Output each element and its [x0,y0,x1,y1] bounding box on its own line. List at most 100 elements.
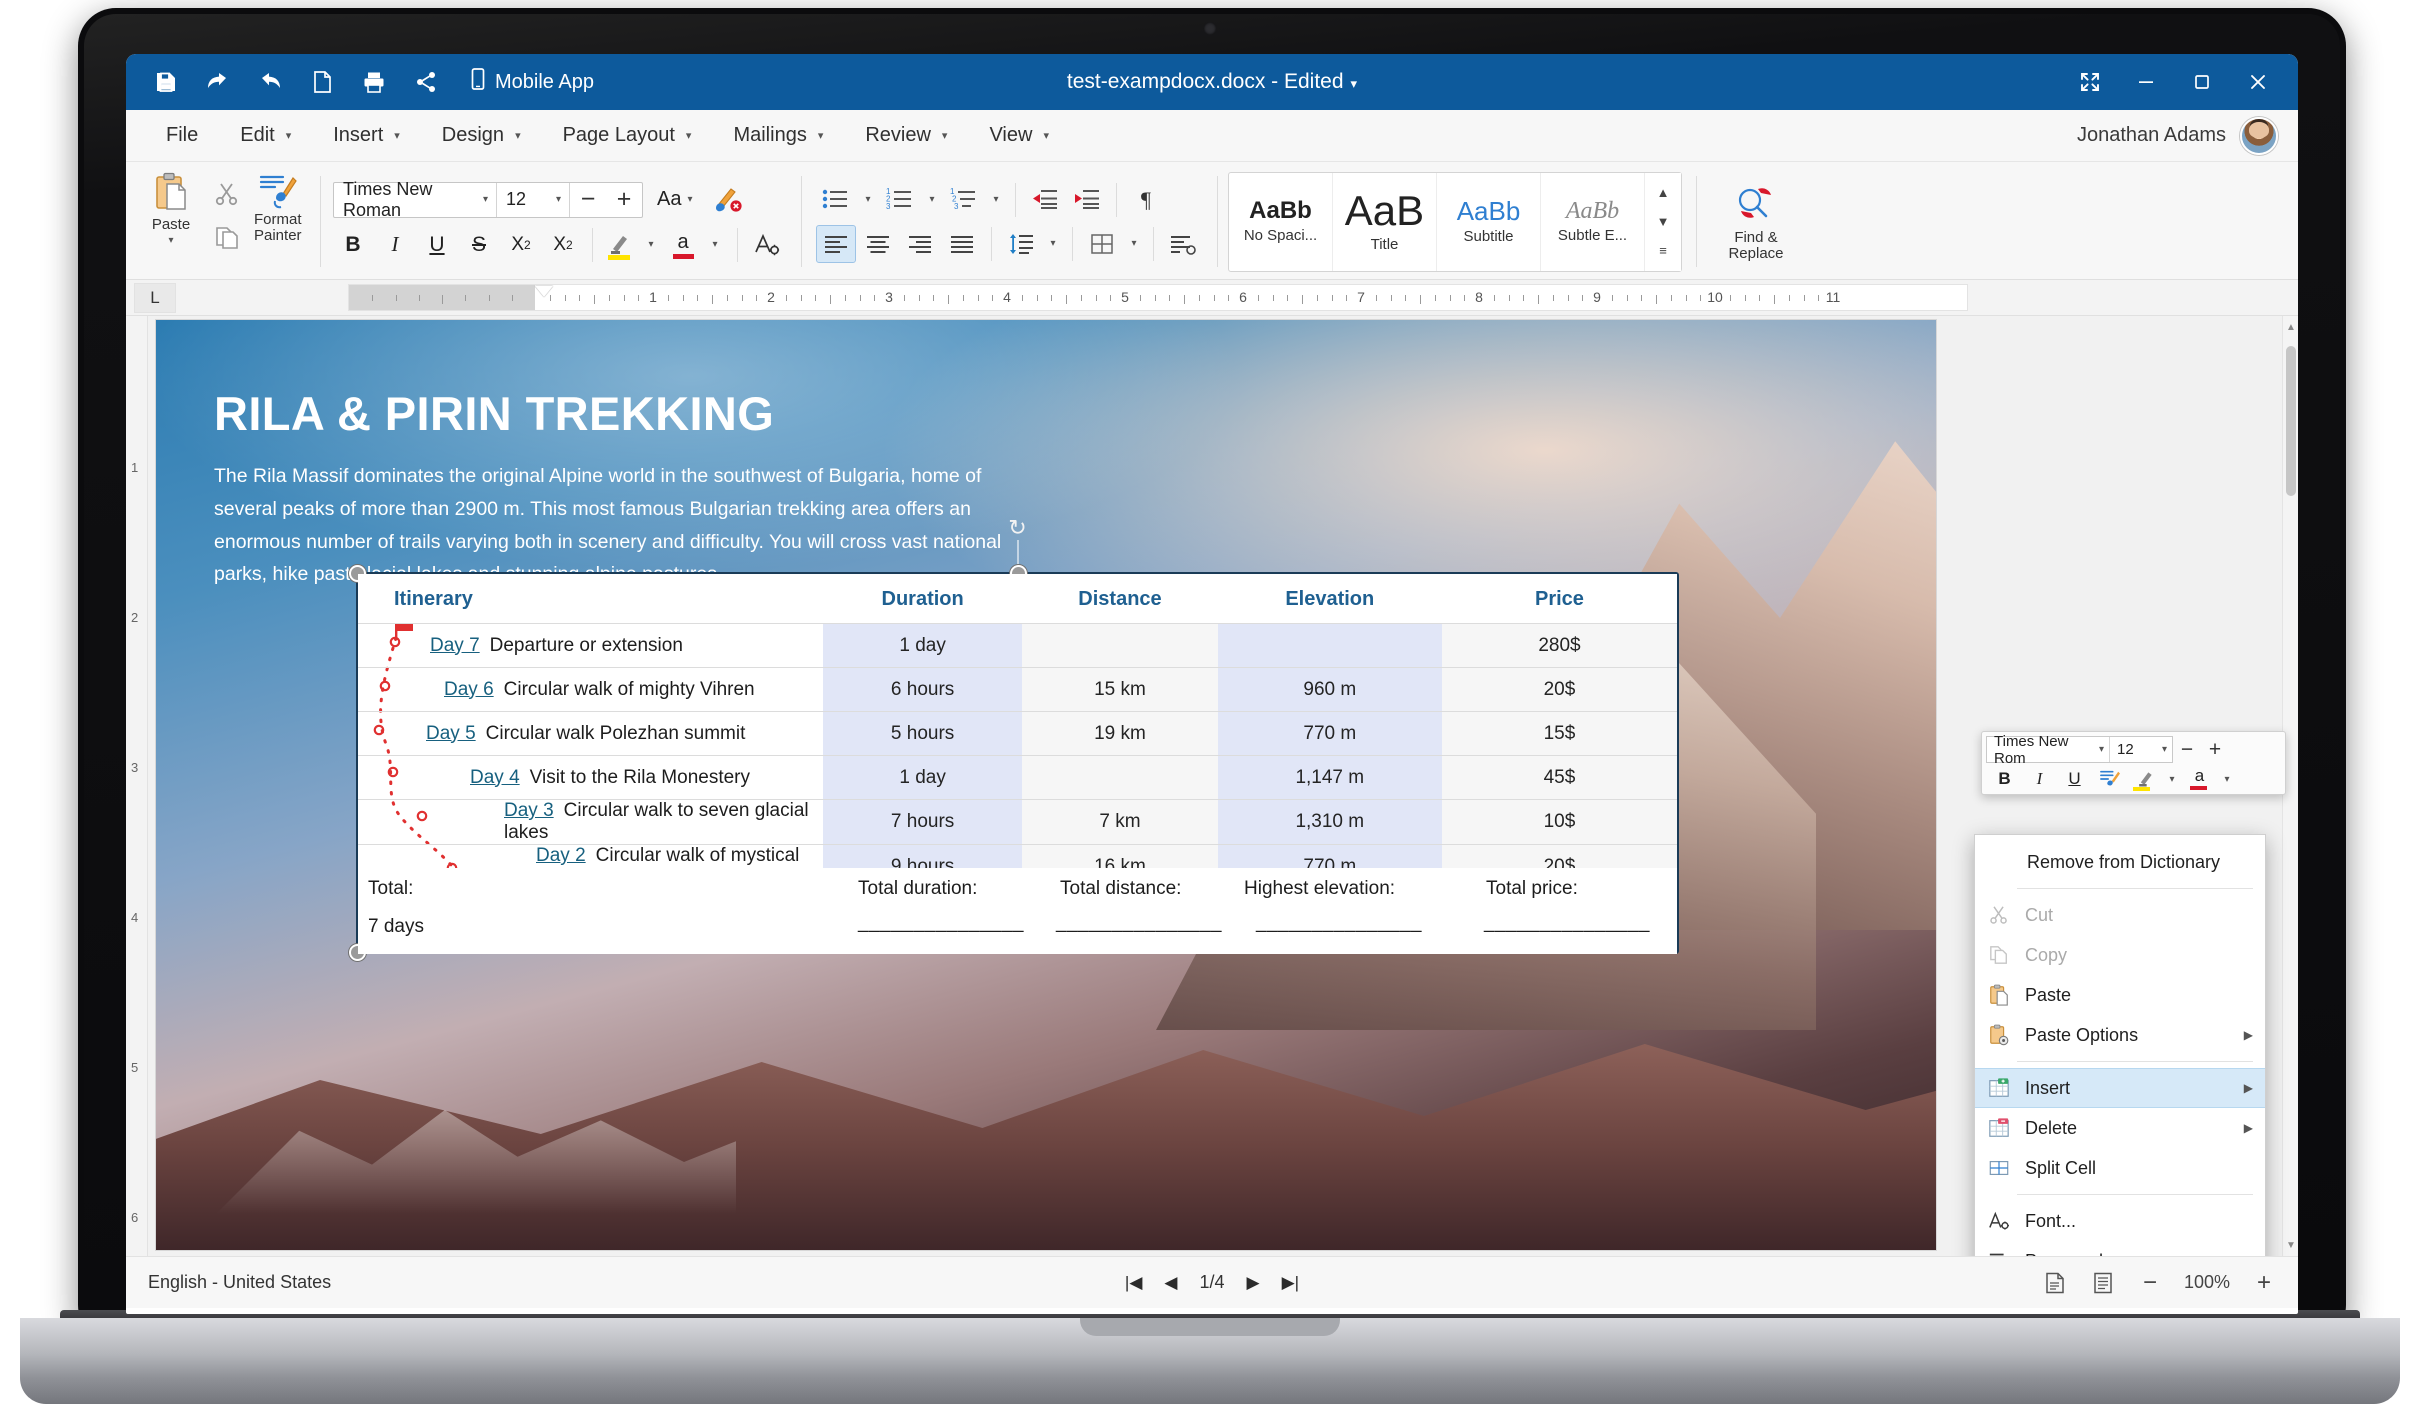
borders-icon[interactable] [1082,225,1122,263]
cell-itinerary[interactable]: Day 4 Visit to the Rila Monestery [358,755,823,800]
save-icon[interactable] [140,58,192,106]
floating-format-toolbar[interactable]: Times New Rom ▾ 12 ▾ − + B I U ▾ a ▾ [1981,731,2286,795]
mini-highlight-dropdown-icon[interactable]: ▾ [2163,765,2181,793]
show-formatting-marks-icon[interactable]: ¶ [1126,181,1166,219]
print-layout-icon[interactable] [2042,1270,2068,1296]
copy-icon[interactable] [206,218,248,258]
share-icon[interactable] [400,58,452,106]
cell-itinerary[interactable]: Day 6 Circular walk of mighty Vihren [358,667,823,712]
paragraph-settings-icon[interactable] [1163,225,1203,263]
context-menu-item-font[interactable]: Font... [1975,1201,2265,1241]
day-link[interactable]: Day 7 [430,635,480,656]
maximize-icon[interactable] [2174,54,2230,110]
context-menu-item-copy[interactable]: Copy [1975,935,2265,975]
cell-elevation[interactable]: 1,310 m [1217,799,1442,845]
bullet-list-dropdown-icon[interactable]: ▾ [858,181,878,219]
avatar[interactable] [2240,116,2278,155]
align-left-icon[interactable] [816,224,856,263]
fullscreen-icon[interactable] [2062,54,2118,110]
menu-item-file[interactable]: File [148,118,216,153]
menu-item-review[interactable]: Review ▾ [847,118,965,153]
subscript-button[interactable]: X2 [501,226,541,264]
zoom-in-button[interactable]: + [2252,1269,2276,1297]
superscript-button[interactable]: X2 [543,226,583,264]
underline-button[interactable]: U [417,226,457,264]
mini-highlight-button[interactable] [2128,765,2161,793]
context-menu-item-paste-options[interactable]: Paste Options ▶ [1975,1015,2265,1055]
scroll-up-icon[interactable]: ▲ [1657,186,1670,199]
multilevel-list-icon[interactable]: 1 2 3 [944,181,984,219]
mini-font-color-dropdown-icon[interactable]: ▾ [2218,765,2236,793]
highest-elevation-blank[interactable]: _______________ [1256,912,1422,934]
mini-font-color-button[interactable]: a [2183,765,2216,793]
mini-font-name-select[interactable]: Times New Rom ▾ [1987,733,2109,767]
change-case-button[interactable]: Aa ▾ [651,188,699,211]
cell-distance[interactable]: 7 km [1022,799,1218,845]
column-header-elevation[interactable]: Elevation [1217,574,1442,624]
table-row[interactable]: Day 5 Circular walk Polezhan summit 5 hou… [358,711,1677,756]
scrollbar-thumb[interactable] [2286,346,2296,496]
first-page-button[interactable]: |◀ [1125,1273,1143,1293]
style-title[interactable]: AaB Title [1333,172,1437,271]
decrease-font-size-button[interactable]: − [570,183,606,217]
strikethrough-button[interactable]: S [459,226,499,264]
total-distance-blank[interactable]: _______________ [1056,912,1222,934]
multilevel-list-dropdown-icon[interactable]: ▾ [986,181,1006,219]
language-indicator[interactable]: English - United States [126,1272,331,1293]
clear-formatting-icon[interactable] [707,180,749,220]
justify-icon[interactable] [942,225,982,263]
selected-table-frame[interactable]: ↻ Itinerary Duration Distance Elevation … [349,515,1679,961]
mini-format-painter-icon[interactable] [2093,765,2126,793]
find-replace-button[interactable]: Find & Replace [1701,168,1811,275]
style-subtle-emphasis[interactable]: AaBb Subtle E... [1541,172,1645,271]
mini-underline-button[interactable]: U [2058,765,2091,793]
new-document-icon[interactable] [296,58,348,106]
style-subtitle[interactable]: AaBb Subtitle [1437,172,1541,271]
cell-distance[interactable] [1022,623,1218,668]
print-icon[interactable] [348,58,400,106]
context-menu-item-delete[interactable]: Delete ▶ [1975,1108,2265,1148]
document-title[interactable]: test-exampdocx.docx - Edited [1067,70,1344,93]
rotate-handle[interactable]: ↻ [1004,514,1032,542]
scroll-down-icon[interactable]: ▼ [2283,1236,2298,1254]
cell-duration[interactable]: 1 day [822,755,1023,800]
context-menu-item-paste[interactable]: Paste [1975,975,2265,1015]
cell-price[interactable]: 280$ [1441,623,1677,668]
prev-page-button[interactable]: ◀ [1164,1273,1177,1293]
cell-distance[interactable]: 19 km [1022,711,1218,756]
mini-decrease-font-button[interactable]: − [2173,738,2201,762]
tab-stop-selector[interactable]: L [134,282,176,313]
menu-item-insert[interactable]: Insert ▾ [315,118,418,153]
cell-duration[interactable]: 6 hours [822,667,1023,712]
column-header-duration[interactable]: Duration [822,574,1023,624]
redo-icon[interactable] [244,58,296,106]
italic-button[interactable]: I [375,226,415,264]
style-no-spacing[interactable]: AaBb No Spaci... [1229,172,1333,271]
cell-itinerary[interactable]: Day 3 Circular walk to seven glacial lake… [358,799,823,845]
borders-dropdown-icon[interactable]: ▾ [1124,225,1144,263]
context-menu-item-cut[interactable]: Cut [1975,895,2265,935]
cell-price[interactable]: 10$ [1441,799,1677,845]
menu-item-view[interactable]: View ▾ [971,118,1067,153]
context-menu-item-insert[interactable]: Insert ▶ [1975,1068,2265,1108]
menu-item-page-layout[interactable]: Page Layout ▾ [545,118,710,153]
cell-price[interactable]: 20$ [1441,667,1677,712]
increase-font-size-button[interactable]: + [606,183,642,217]
cell-itinerary[interactable]: Day 7 Departure or extension [358,623,823,668]
text-effects-icon[interactable] [747,226,787,264]
numbered-list-dropdown-icon[interactable]: ▾ [922,181,942,219]
bold-button[interactable]: B [333,226,373,264]
cell-distance[interactable] [1022,755,1218,800]
cell-price[interactable]: 45$ [1441,755,1677,800]
cell-elevation[interactable]: 1,147 m [1217,755,1442,800]
expand-gallery-icon[interactable]: ≡ [1659,244,1667,257]
cut-icon[interactable] [206,174,248,214]
total-price-blank[interactable]: _______________ [1484,912,1650,934]
last-page-button[interactable]: ▶| [1282,1273,1300,1293]
cell-elevation[interactable]: 770 m [1217,711,1442,756]
line-spacing-dropdown-icon[interactable]: ▾ [1043,225,1063,263]
cell-duration[interactable]: 5 hours [822,711,1023,756]
context-menu-item-paragraph[interactable]: Paragraph... [1975,1241,2265,1256]
table-row[interactable]: Day 7 Departure or extension 1 day 280$ [358,623,1677,668]
bullet-list-icon[interactable] [816,181,856,219]
